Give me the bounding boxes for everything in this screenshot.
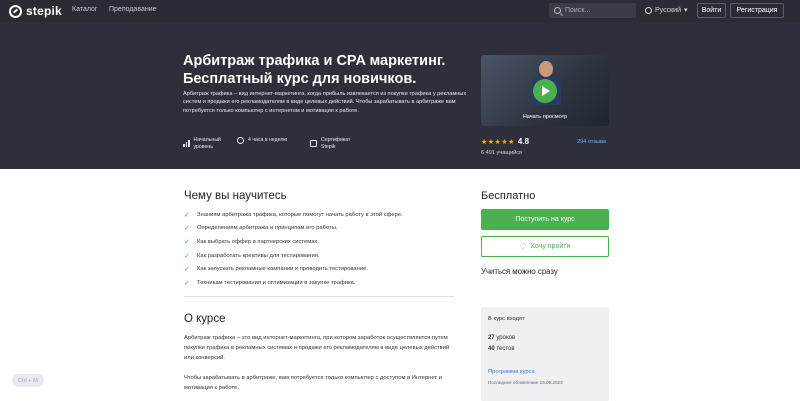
- about-paragraph-2: Чтобы зарабатывать в арбитраже, вам потр…: [184, 375, 442, 391]
- play-icon[interactable]: [533, 79, 557, 103]
- includes-title: В курс входят: [488, 316, 525, 322]
- check-icon: ✓: [184, 266, 190, 274]
- register-button[interactable]: Регистрация: [730, 3, 784, 18]
- course-title: Арбитраж трафика и CPA маркетинг. Беспла…: [183, 53, 446, 87]
- wishlist-button[interactable]: ♡ Хочу пройти: [481, 236, 609, 257]
- lessons-count: 27 уроков: [488, 335, 516, 341]
- meta-certificate: Сертификат Stepik: [310, 137, 350, 150]
- search-input[interactable]: [565, 7, 635, 14]
- course-video-preview[interactable]: Начать просмотр: [481, 55, 609, 126]
- enroll-button[interactable]: Поступить на курс: [481, 209, 609, 230]
- program-link[interactable]: Программа курса: [488, 369, 535, 375]
- level-bars-icon: [183, 140, 190, 147]
- course-includes-card: В курс входят 27 уроков 40 тестов Програ…: [481, 307, 609, 401]
- list-item: ✓ Как разработать креативы для тестирован…: [184, 249, 403, 263]
- logo-text: stepik: [26, 4, 62, 18]
- students-count: 6 491 учащийся: [481, 150, 523, 156]
- top-navbar: stepik Каталог Преподавание Русский ▾ Во…: [0, 0, 800, 22]
- learn-list: ✓ Знаниям арбитража трафика, которые помо…: [184, 208, 403, 290]
- logo-icon: [9, 4, 22, 18]
- stepik-logo[interactable]: stepik: [9, 4, 62, 18]
- level-line1: Начальный: [193, 137, 221, 143]
- meta-duration: 4 часа в неделю: [237, 137, 287, 144]
- login-button[interactable]: Войти: [697, 3, 726, 18]
- section-divider: [184, 296, 455, 297]
- meta-level: Начальный уровень: [183, 137, 221, 150]
- search-box[interactable]: [549, 3, 636, 18]
- tests-count: 40 тестов: [488, 346, 515, 352]
- language-selector[interactable]: Русский ▾: [645, 6, 688, 14]
- check-icon: ✓: [184, 225, 190, 233]
- language-label: Русский: [655, 6, 681, 14]
- reviews-link[interactable]: 294 отзыва: [577, 139, 606, 145]
- duration-text: 4 часа в неделю: [248, 137, 288, 144]
- list-item: ✓ Как выбрать оффер в партнерских система…: [184, 235, 403, 249]
- chevron-down-icon: ▾: [683, 7, 688, 14]
- learn-item-text: Определениям арбитража и принципам его р…: [197, 225, 338, 232]
- clock-icon: [237, 137, 244, 144]
- last-updated: Последнее обновление 16.09.2023: [488, 380, 563, 385]
- check-icon: ✓: [184, 238, 190, 246]
- check-icon: ✓: [184, 279, 190, 287]
- about-paragraph-1: Арбитраж трафика – это вид интернет-марк…: [184, 335, 450, 361]
- course-description: Арбитраж трафика – вид интернет-маркетин…: [183, 91, 467, 114]
- nav-catalog-link[interactable]: Каталог: [72, 6, 97, 13]
- heart-icon: ♡: [519, 242, 527, 251]
- keyboard-shortcut-hint: Ctrl + M: [12, 374, 44, 387]
- learn-item-text: Как выбрать оффер в партнерских системах…: [197, 238, 319, 245]
- nav-teaching-link[interactable]: Преподавание: [109, 6, 157, 13]
- cert-line2: Stepik: [321, 143, 336, 150]
- list-item: ✓ Техникам тестирования и оптимизации в з…: [184, 276, 403, 290]
- course-rating: ★★★★★ 4.8: [481, 137, 529, 146]
- learn-item-text: Как запускать рекламные кампании и прово…: [197, 266, 368, 273]
- learn-now-text: Учиться можно сразу: [481, 267, 558, 276]
- learn-item-text: Как разработать креативы для тестировани…: [197, 252, 320, 259]
- list-item: ✓ Знаниям арбитража трафика, которые помо…: [184, 208, 403, 222]
- about-title: О курсе: [184, 313, 226, 325]
- check-icon: ✓: [184, 252, 190, 260]
- list-item: ✓ Определениям арбитража и принципам его …: [184, 222, 403, 236]
- rating-value: 4.8: [517, 137, 530, 146]
- check-icon: ✓: [184, 211, 190, 219]
- learn-item-text: Знаниям арбитража трафика, которые помог…: [197, 211, 403, 218]
- list-item: ✓ Как запускать рекламные кампании и пров…: [184, 262, 403, 276]
- globe-icon: [645, 6, 652, 14]
- learn-item-text: Техникам тестирования и оптимизации в за…: [197, 279, 356, 286]
- rating-stars-icon: ★★★★★: [481, 138, 515, 146]
- learn-title: Чему вы научитесь: [184, 190, 287, 202]
- search-icon: [554, 7, 561, 14]
- cert-line1: Сертификат: [321, 137, 351, 143]
- wishlist-label: Хочу пройти: [530, 243, 571, 250]
- video-label: Начать просмотр: [522, 114, 568, 120]
- level-line2: уровень: [193, 143, 213, 150]
- certificate-icon: [310, 140, 317, 147]
- course-price: Бесплатно: [481, 190, 536, 202]
